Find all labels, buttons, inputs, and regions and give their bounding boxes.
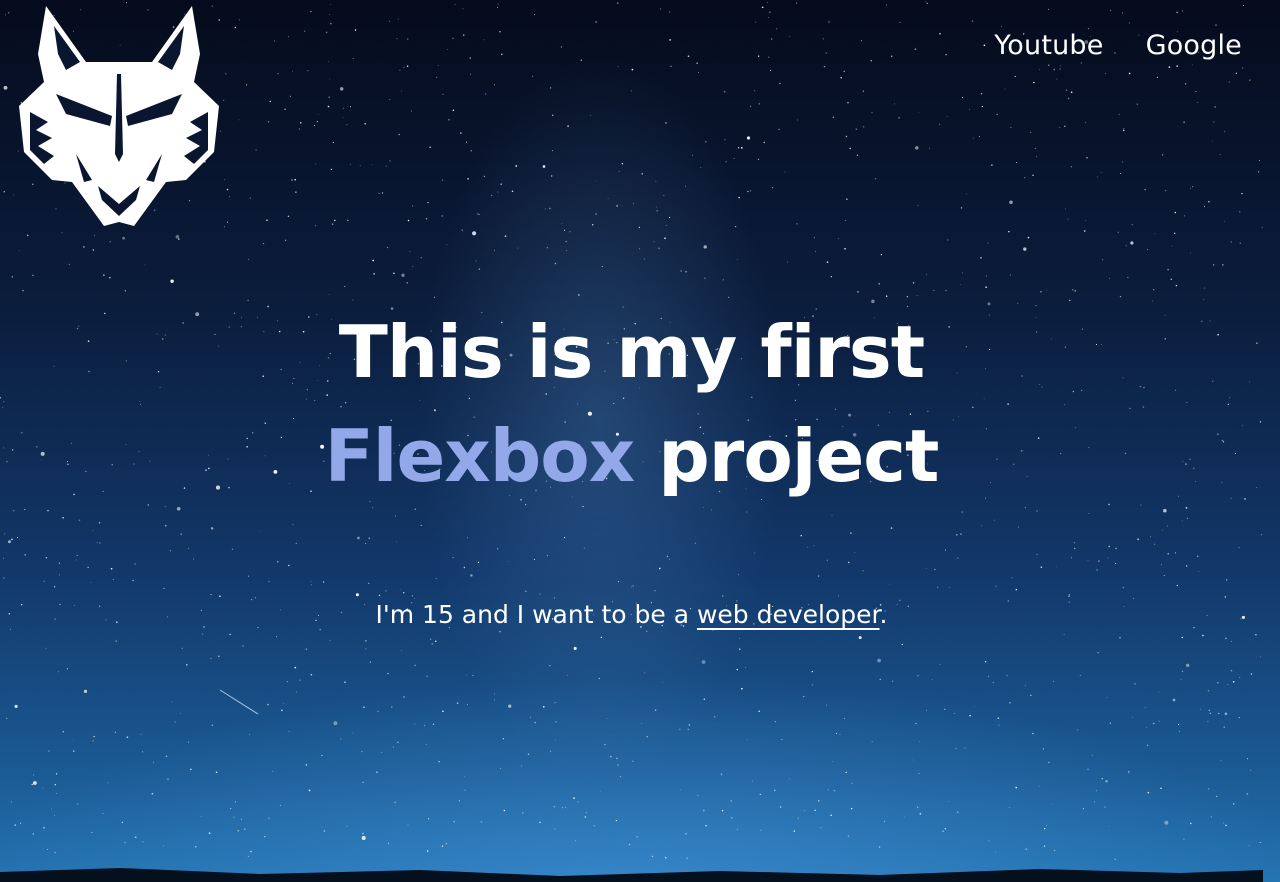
hero-title: This is my first Flexbox project <box>182 300 1082 508</box>
hero-title-accent: Flexbox <box>324 414 636 498</box>
top-nav: Youtube Google <box>994 30 1242 61</box>
hero-subtitle: I'm 15 and I want to be a web developer. <box>0 600 1263 629</box>
header: Youtube Google <box>0 0 1263 240</box>
hero-subtitle-start: I'm 15 and I want to be a <box>375 600 697 629</box>
wolf-head-logo-icon[interactable] <box>14 4 224 232</box>
hero-title-start: This is my first <box>338 310 925 394</box>
horizon-silhouette <box>0 868 1263 882</box>
nav-link-google[interactable]: Google <box>1146 30 1242 61</box>
nav-link-youtube[interactable]: Youtube <box>994 30 1103 61</box>
hero-section: This is my first Flexbox project I'm 15 … <box>0 300 1263 629</box>
web-developer-link[interactable]: web developer <box>697 600 880 629</box>
hero-subtitle-end: . <box>879 600 888 629</box>
hero-title-end: project <box>634 414 939 498</box>
